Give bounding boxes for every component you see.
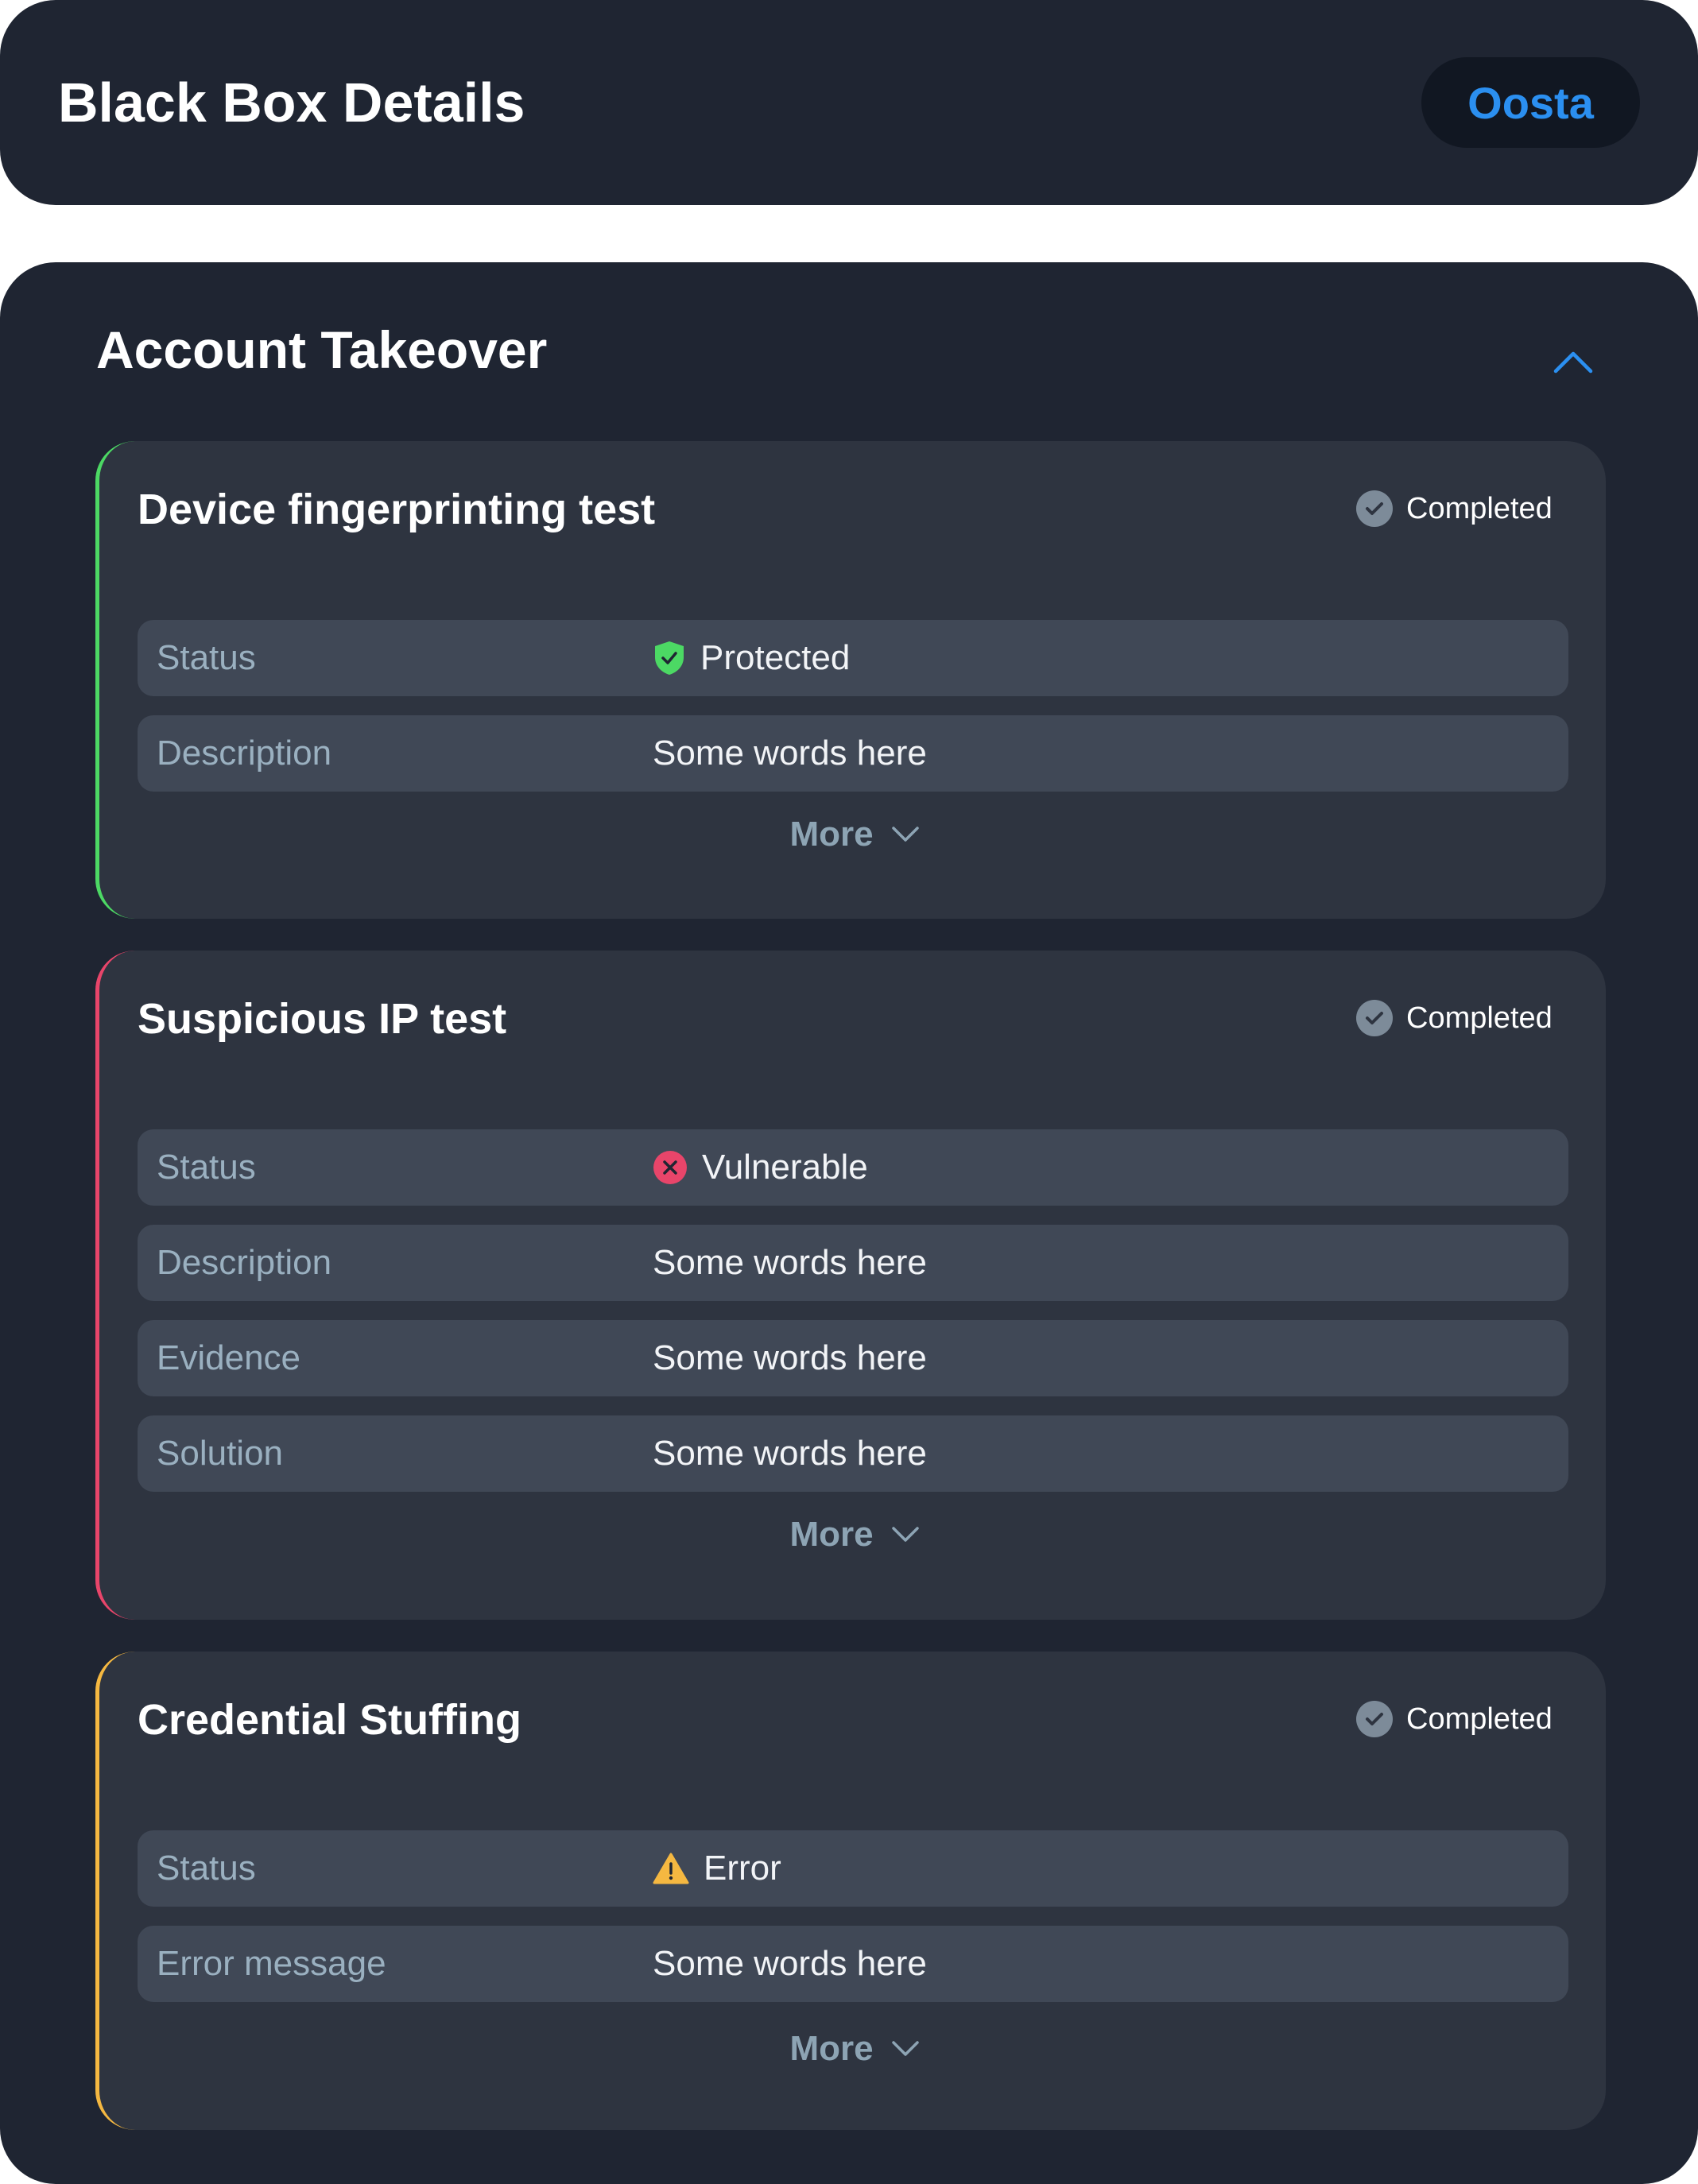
row-value: Vulnerable bbox=[653, 1148, 868, 1187]
status-value: Vulnerable bbox=[702, 1148, 868, 1187]
page-header: Black Box Details Oosta bbox=[0, 0, 1698, 205]
chevron-down-icon bbox=[891, 2041, 919, 2056]
account-takeover-panel: Account Takeover Device fingerprinting t… bbox=[0, 262, 1698, 2184]
card-state: Completed bbox=[1355, 1699, 1553, 1739]
section-title: Account Takeover bbox=[96, 320, 548, 379]
check-circle-icon bbox=[1356, 1000, 1393, 1036]
collapse-button[interactable] bbox=[1545, 334, 1601, 389]
card-state-label: Completed bbox=[1406, 1001, 1553, 1035]
more-label: More bbox=[789, 1515, 874, 1554]
oosta-button[interactable]: Oosta bbox=[1421, 57, 1640, 148]
more-label: More bbox=[789, 2029, 874, 2068]
row-label: Solution bbox=[157, 1434, 284, 1473]
row-label: Status bbox=[157, 1849, 256, 1888]
card-state: Completed bbox=[1355, 489, 1553, 529]
more-button[interactable]: More bbox=[99, 811, 1610, 858]
card-title: Device fingerprinting test bbox=[138, 486, 656, 533]
test-card-suspicious-ip: Suspicious IP test Completed Status Vuln… bbox=[95, 951, 1606, 1620]
row-label: Evidence bbox=[157, 1338, 301, 1377]
row-value: Some words here bbox=[653, 734, 927, 773]
row-value: Some words here bbox=[653, 1944, 927, 1983]
row-description: Description Some words here bbox=[138, 715, 1568, 792]
row-label: Error message bbox=[157, 1944, 386, 1983]
chevron-up-icon bbox=[1553, 351, 1593, 374]
row-description: Description Some words here bbox=[138, 1225, 1568, 1301]
shield-check-icon bbox=[655, 641, 684, 675]
row-evidence: Evidence Some words here bbox=[138, 1320, 1568, 1396]
row-label: Description bbox=[157, 734, 332, 773]
row-status: Status Protected bbox=[138, 620, 1568, 696]
row-status: Status Vulnerable bbox=[138, 1129, 1568, 1206]
row-value: Some words here bbox=[653, 1338, 927, 1377]
more-button[interactable]: More bbox=[99, 2025, 1610, 2073]
row-label: Description bbox=[157, 1243, 332, 1282]
row-value: Protected bbox=[653, 638, 850, 678]
check-circle-icon bbox=[1356, 490, 1393, 527]
page-title: Black Box Details bbox=[58, 72, 525, 134]
status-value: Protected bbox=[700, 638, 851, 677]
row-label: Status bbox=[157, 1148, 256, 1187]
row-value: Some words here bbox=[653, 1434, 927, 1473]
card-title: Suspicious IP test bbox=[138, 995, 507, 1043]
test-card-device-fingerprinting: Device fingerprinting test Completed Sta… bbox=[95, 441, 1606, 919]
row-value: Error bbox=[653, 1849, 781, 1888]
row-status: Status Error bbox=[138, 1830, 1568, 1907]
row-error-message: Error message Some words here bbox=[138, 1926, 1568, 2002]
x-circle-icon bbox=[653, 1151, 687, 1184]
more-button[interactable]: More bbox=[99, 1511, 1610, 1559]
chevron-down-icon bbox=[891, 827, 919, 842]
card-state-label: Completed bbox=[1406, 491, 1553, 525]
more-label: More bbox=[789, 815, 874, 854]
card-title: Credential Stuffing bbox=[138, 1696, 521, 1744]
row-solution: Solution Some words here bbox=[138, 1415, 1568, 1492]
row-value: Some words here bbox=[653, 1243, 927, 1282]
card-state-label: Completed bbox=[1406, 1702, 1553, 1736]
card-state: Completed bbox=[1355, 998, 1553, 1038]
row-label: Status bbox=[157, 638, 256, 677]
check-circle-icon bbox=[1356, 1701, 1393, 1737]
chevron-down-icon bbox=[891, 1527, 919, 1542]
test-card-credential-stuffing: Credential Stuffing Completed Status Err… bbox=[95, 1652, 1606, 2130]
status-value: Error bbox=[704, 1849, 781, 1888]
warning-triangle-icon bbox=[653, 1853, 689, 1884]
